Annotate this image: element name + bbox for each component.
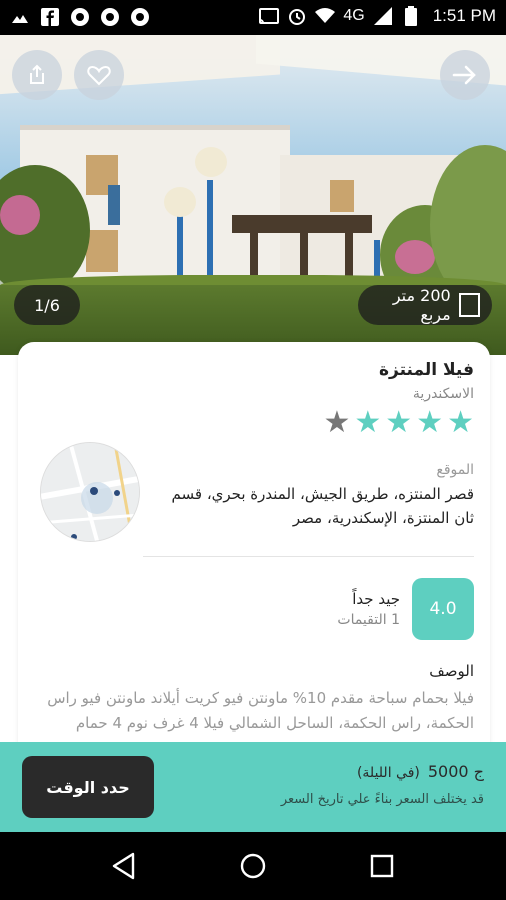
review-score-badge: 4.0 bbox=[412, 578, 474, 640]
description-text: فيلا بحمام سباحة مقدم 10% ماونتن فيو كري… bbox=[47, 689, 474, 732]
status-bar: 4G 1:51 PM bbox=[0, 0, 506, 35]
star-rating: ★ ★ ★ ★ ★ bbox=[323, 406, 474, 440]
wifi-icon bbox=[315, 6, 336, 26]
aperture-icon bbox=[100, 7, 120, 27]
network-type: 4G bbox=[343, 7, 365, 24]
price-note: قد يختلف السعر بناءً علي تاريخ السعر bbox=[280, 792, 484, 807]
booking-bar: حدد الوقت 5000 ج (في الليلة) قد يختلف ال… bbox=[0, 742, 506, 832]
property-city: الاسكندرية bbox=[412, 386, 474, 402]
location-map[interactable] bbox=[40, 442, 140, 542]
property-details-card: فيلا المنتزة الاسكندرية ★ ★ ★ ★ ★ الموقع… bbox=[18, 342, 490, 762]
property-photo[interactable]: 1/6 200 متر مربع bbox=[0, 35, 506, 355]
select-time-button[interactable]: حدد الوقت bbox=[22, 756, 154, 818]
property-title: فيلا المنتزة bbox=[379, 360, 474, 380]
notification-icon bbox=[10, 7, 30, 27]
alarm-icon bbox=[287, 6, 307, 26]
heart-icon bbox=[87, 65, 111, 86]
location-address: قصر المنتزه، طريق الجيش، المندرة بحري، ق… bbox=[171, 485, 474, 527]
back-button[interactable] bbox=[104, 846, 144, 886]
aperture-icon bbox=[70, 7, 90, 27]
review-count[interactable]: 1 التقيمات bbox=[337, 612, 400, 628]
area-text: 200 متر مربع bbox=[392, 286, 451, 324]
home-circle-icon bbox=[240, 853, 266, 879]
facebook-icon bbox=[40, 7, 60, 27]
price-line: 5000 ج (في الليلة) bbox=[357, 762, 484, 781]
area-icon bbox=[458, 293, 480, 317]
divider bbox=[143, 556, 474, 557]
navigation-bar bbox=[0, 832, 506, 900]
favorite-button[interactable] bbox=[74, 50, 124, 100]
price-value: 5000 ج bbox=[427, 762, 484, 781]
star-filled-icon: ★ bbox=[447, 405, 474, 440]
home-button[interactable] bbox=[233, 846, 273, 886]
battery-icon bbox=[401, 6, 421, 26]
arrow-right-icon bbox=[452, 65, 476, 85]
back-triangle-icon bbox=[113, 852, 135, 880]
next-button[interactable] bbox=[440, 50, 490, 100]
clock: 1:51 PM bbox=[432, 6, 496, 25]
cast-icon bbox=[259, 6, 280, 26]
star-filled-icon: ★ bbox=[416, 405, 444, 440]
recents-button[interactable] bbox=[362, 846, 402, 886]
star-filled-icon: ★ bbox=[385, 405, 413, 440]
review-label: جيد جداً bbox=[352, 590, 400, 608]
share-icon bbox=[30, 64, 44, 84]
description-label: الوصف bbox=[429, 662, 474, 680]
star-filled-icon: ★ bbox=[354, 405, 382, 440]
aperture-icon bbox=[130, 7, 150, 27]
area-badge: 200 متر مربع bbox=[358, 285, 492, 325]
review-score: 4.0 bbox=[429, 599, 457, 619]
share-button[interactable] bbox=[12, 50, 62, 100]
photo-counter: 1/6 bbox=[14, 285, 80, 325]
signal-icon bbox=[373, 6, 393, 26]
location-label: الموقع bbox=[436, 462, 474, 478]
price-unit: (في الليلة) bbox=[356, 765, 420, 781]
photo-counter-text: 1/6 bbox=[34, 295, 60, 315]
recents-square-icon bbox=[370, 854, 393, 878]
star-empty-icon: ★ bbox=[323, 405, 351, 440]
